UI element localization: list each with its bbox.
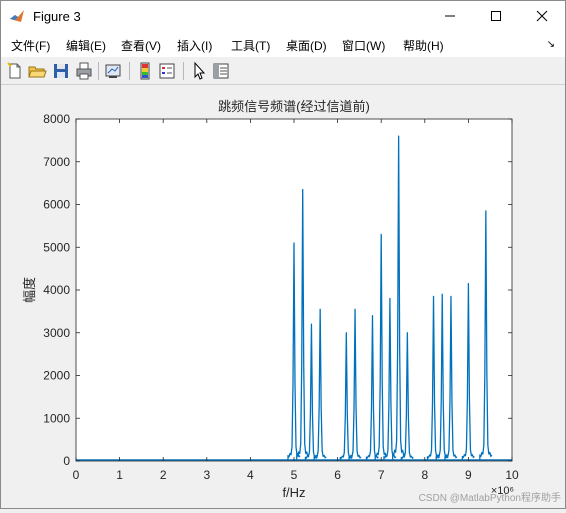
menu-tools[interactable]: 工具(T) <box>231 37 270 54</box>
x-tick-label: 2 <box>160 468 167 482</box>
maximize-icon <box>491 11 501 21</box>
y-tick-label: 3000 <box>43 326 70 340</box>
menu-file[interactable]: 文件(F) <box>11 37 50 54</box>
y-tick-label: 7000 <box>43 155 70 169</box>
x-axis-label: f/Hz <box>282 485 305 500</box>
x-tick-label: 1 <box>116 468 123 482</box>
chart-title: 跳频信号频谱(经过信道前) <box>218 99 370 114</box>
insert-legend-icon[interactable] <box>157 61 177 81</box>
window-title: Figure 3 <box>33 9 81 24</box>
y-tick-label: 8000 <box>43 112 70 126</box>
link-plot-icon[interactable] <box>103 61 123 81</box>
x-tick-label: 9 <box>465 468 472 482</box>
x-tick-label: 5 <box>291 468 298 482</box>
matlab-logo-icon <box>9 8 25 24</box>
x-tick-label: 10 <box>505 468 519 482</box>
figure-canvas: 0 1 2 3 4 5 6 7 8 9 10 0 1000 2000 3000 4000 5000 6000 70… <box>1 85 565 508</box>
toolbar <box>1 58 565 85</box>
y-axis-label: 幅度 <box>22 277 37 303</box>
print-icon[interactable] <box>74 61 94 81</box>
title-bar: Figure 3 <box>1 1 565 31</box>
toolbar-separator <box>129 62 130 80</box>
figure-window: Figure 3 文件(F) 编辑(E) 查看(V) 插入(I) 工具(T) 桌… <box>0 0 566 509</box>
close-button[interactable] <box>519 1 565 31</box>
y-tick-label: 1000 <box>43 411 70 425</box>
x-tick-label: 7 <box>378 468 385 482</box>
x-tick-label: 3 <box>203 468 210 482</box>
menu-edit[interactable]: 编辑(E) <box>66 37 106 54</box>
y-tick-label: 2000 <box>43 369 70 383</box>
save-icon[interactable] <box>51 61 71 81</box>
x-tick-label: 0 <box>73 468 80 482</box>
toolbar-separator <box>183 62 184 80</box>
x-tick-label: 8 <box>421 468 428 482</box>
y-tick-label: 0 <box>63 454 70 468</box>
menu-insert[interactable]: 插入(I) <box>177 37 212 54</box>
property-inspector-icon[interactable] <box>211 61 231 81</box>
menu-bar: 文件(F) 编辑(E) 查看(V) 插入(I) 工具(T) 桌面(D) 窗口(W… <box>1 31 565 57</box>
edit-plot-arrow-icon[interactable] <box>189 61 209 81</box>
open-file-icon[interactable] <box>27 61 47 81</box>
x-tick-label: 4 <box>247 468 254 482</box>
minimize-icon <box>445 15 455 17</box>
maximize-button[interactable] <box>473 1 519 31</box>
x-tick-label: 6 <box>334 468 341 482</box>
menu-view[interactable]: 查看(V) <box>121 37 161 54</box>
y-tick-label: 6000 <box>43 198 70 212</box>
close-icon <box>536 10 548 22</box>
y-tick-label: 5000 <box>43 240 70 254</box>
minimize-button[interactable] <box>427 1 473 31</box>
insert-colorbar-icon[interactable] <box>135 61 155 81</box>
watermark: CSDN @MatlabPython程序助手 <box>418 493 561 504</box>
menu-overflow-icon[interactable]: ↘ <box>547 39 555 50</box>
y-tick-label: 4000 <box>43 283 70 297</box>
spectrum-plot[interactable]: 0 1 2 3 4 5 6 7 8 9 10 0 1000 2000 3000 4000 5000 6000 70… <box>1 85 565 508</box>
menu-desktop[interactable]: 桌面(D) <box>286 37 327 54</box>
new-figure-icon[interactable] <box>5 61 25 81</box>
toolbar-separator <box>98 62 99 80</box>
menu-window[interactable]: 窗口(W) <box>342 37 385 54</box>
menu-help[interactable]: 帮助(H) <box>403 37 444 54</box>
